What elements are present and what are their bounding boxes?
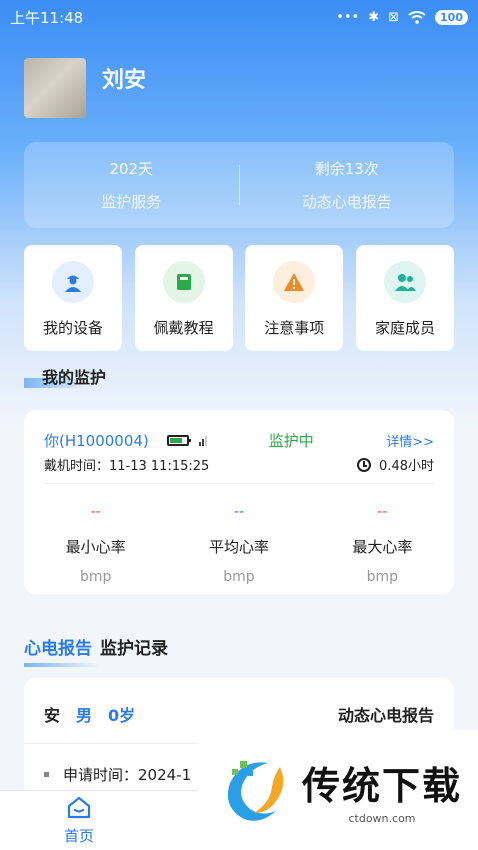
my-device-button[interactable]: 我的设备 <box>24 245 122 351</box>
stat-value: 202天 <box>109 160 154 178</box>
wear-time: 戴机时间：11-13 11:15:25 <box>44 459 210 474</box>
profile[interactable]: 刘安 <box>24 58 146 118</box>
bullet-icon <box>44 772 49 777</box>
home-icon <box>67 796 91 819</box>
divider <box>44 483 434 484</box>
nav-home[interactable]: 首页 <box>44 795 114 846</box>
details-link[interactable]: 详情>> <box>386 431 434 450</box>
apply-time-row: 申请时间：2024-1 <box>44 764 191 785</box>
section-title: 我的监护 <box>42 368 107 387</box>
watermark-title: 传统下载 <box>302 764 463 808</box>
min-heart-rate: -- 最小心率 bmp <box>24 504 167 585</box>
tab-ecg-report[interactable]: 心电报告 <box>24 634 100 667</box>
patient-gender: 男 <box>76 706 93 725</box>
apply-time: 申请时间：2024-1 <box>63 766 192 784</box>
stat-reports-remaining: 剩余13次 动态心电报告 <box>240 158 455 212</box>
heart-rate-row: -- 最小心率 bmp -- 平均心率 bmp -- 最大心率 bmp <box>24 504 454 585</box>
device-name: 你(H1000004) <box>44 432 149 450</box>
patient-age: 0岁 <box>108 706 136 725</box>
monitor-status: 监护中 <box>268 432 314 450</box>
clock-icon <box>357 457 372 472</box>
wear-tutorial-button[interactable]: 佩戴教程 <box>134 245 233 351</box>
heart-rate-unit: bmp <box>79 569 112 585</box>
stats-card: 202天 监护服务 剩余13次 动态心电报告 <box>24 142 454 228</box>
quick-action-label: 我的设备 <box>42 319 103 337</box>
avatar[interactable] <box>24 58 86 118</box>
status-icons: ••• ✱ ⊠ 100 <box>336 9 468 25</box>
stat-service-days: 202天 监护服务 <box>24 158 239 212</box>
username: 刘安 <box>102 68 147 93</box>
heart-rate-label: 最大心率 <box>352 538 413 556</box>
duration: 0.48小时 <box>357 455 434 474</box>
heart-rate-unit: bmp <box>223 569 255 585</box>
avg-heart-rate: -- 平均心率 bmp <box>167 504 310 585</box>
signal-icon <box>198 435 207 446</box>
stat-label: 动态心电报告 <box>301 193 392 211</box>
family-icon <box>383 261 426 303</box>
bluetooth-icon: ✱ <box>368 9 380 25</box>
monitor-card: 你(H1000004) 监护中 详情>> 戴机时间：11-13 11:15:25… <box>24 410 454 594</box>
status-bar: 上午11:48 ••• ✱ ⊠ 100 <box>0 0 478 34</box>
heart-rate-label: 平均心率 <box>208 538 269 556</box>
family-members-button[interactable]: 家庭成员 <box>355 245 454 351</box>
book-icon <box>162 261 205 303</box>
status-time: 上午11:48 <box>10 8 84 27</box>
watermark-logo-icon <box>227 761 284 821</box>
wifi-icon <box>408 10 426 24</box>
stat-label: 监护服务 <box>101 193 162 211</box>
sim-icon: ⊠ <box>388 9 400 25</box>
quick-action-label: 佩戴教程 <box>153 319 214 337</box>
quick-action-label: 家庭成员 <box>374 319 435 337</box>
report-type: 动态心电报告 <box>337 706 434 725</box>
patient-name: 安 <box>44 706 61 725</box>
nav-home-label: 首页 <box>63 827 94 845</box>
device-battery-icon <box>166 435 191 446</box>
watermark: 传统下载 ctdown.com <box>198 730 478 850</box>
precautions-button[interactable]: 注意事项 <box>245 245 344 351</box>
tab-monitor-records[interactable]: 监护记录 <box>100 634 168 659</box>
heart-rate-unit: bmp <box>366 569 399 585</box>
stat-value: 剩余13次 <box>314 160 379 178</box>
person-device-icon <box>52 261 94 303</box>
more-dots-icon: ••• <box>336 9 360 25</box>
heart-rate-value: -- <box>377 504 388 520</box>
battery-indicator: 100 <box>435 9 468 25</box>
heart-rate-value: -- <box>90 504 101 520</box>
warning-icon <box>273 261 316 303</box>
report-tabs: 心电报告 监护记录 <box>24 634 168 667</box>
max-heart-rate: -- 最大心率 bmp <box>311 504 454 585</box>
quick-action-label: 注意事项 <box>264 319 325 337</box>
heart-rate-value: -- <box>233 504 245 520</box>
duration-value: 0.48小时 <box>379 459 434 474</box>
watermark-url: ctdown.com <box>348 812 416 825</box>
quick-actions: 我的设备 佩戴教程 注意事项 家庭成员 <box>24 245 454 351</box>
heart-rate-label: 最小心率 <box>65 538 126 556</box>
